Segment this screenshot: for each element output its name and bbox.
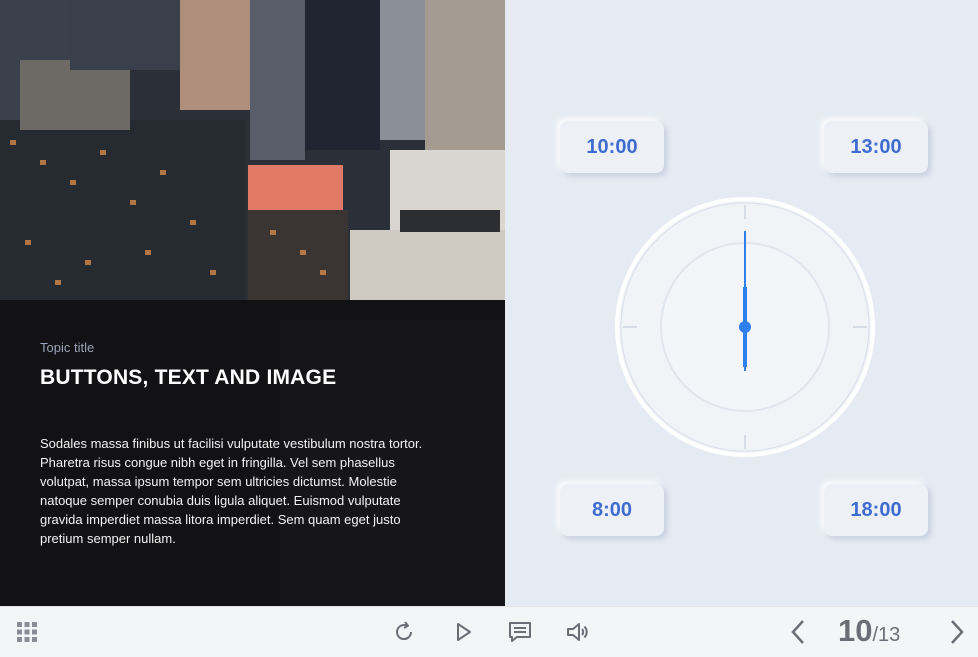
time-button-18-00[interactable]: 18:00 [824,484,928,536]
replay-icon [396,621,413,641]
topic-label: Topic title [40,340,95,355]
time-button-8-00[interactable]: 8:00 [560,484,664,536]
volume-icon [567,623,588,641]
grid-icon [17,622,37,642]
page-counter: 10 / 13 [838,613,900,653]
notes-button[interactable] [503,615,537,649]
time-button-13-00[interactable]: 13:00 [824,121,928,173]
slide-heading: BUTTONS, TEXT AND IMAGE [40,366,337,389]
interaction-panel: 10:00 13:00 8:00 18:00 [505,0,978,606]
slide-body-text: Sodales massa finibus ut facilisi vulput… [40,436,423,546]
chevron-right-icon [951,620,964,644]
volume-button[interactable] [561,615,595,649]
caption-overlay: Topic title BUTTONS, TEXT AND IMAGE Soda… [0,300,505,606]
time-button-10-00[interactable]: 10:00 [560,121,664,173]
page-total: 13 [878,624,901,646]
chevron-left-icon [791,620,804,644]
previous-slide-button[interactable] [781,615,815,649]
page-current: 10 [838,613,873,648]
play-icon [457,623,471,641]
clock-dial [615,197,875,457]
hero-image-panel: Topic title BUTTONS, TEXT AND IMAGE Soda… [0,0,505,606]
notes-icon [509,622,531,642]
replay-button[interactable] [387,615,421,649]
play-button[interactable] [446,615,480,649]
next-slide-button[interactable] [940,615,974,649]
player-toolbar: 10 / 13 [0,606,978,657]
grid-menu-button[interactable] [10,615,44,649]
